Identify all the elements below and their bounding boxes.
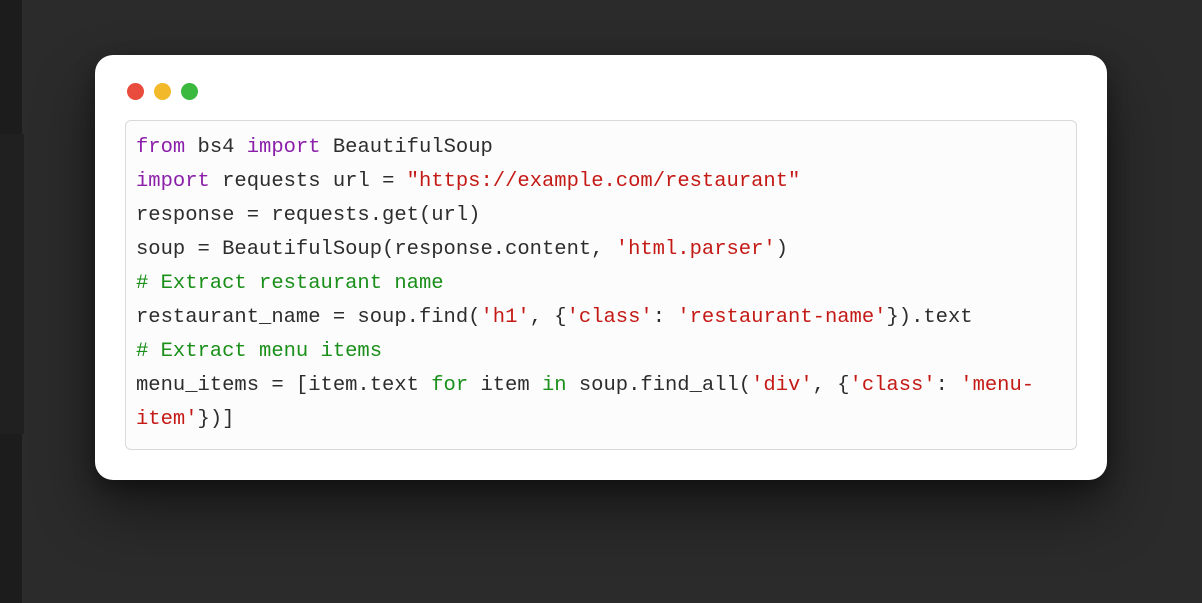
module-requests: requests: [222, 170, 320, 193]
string-class-key2: 'class': [850, 374, 936, 397]
string-h1: 'h1': [480, 306, 529, 329]
assign-url: url =: [333, 170, 407, 193]
window-minimize-icon[interactable]: [154, 83, 171, 100]
keyword-from: from: [136, 136, 185, 159]
string-url: "https://example.com/restaurant": [407, 170, 801, 193]
code-window: from bs4 import BeautifulSoup import req…: [95, 55, 1107, 480]
keyword-import: import: [136, 170, 210, 193]
window-close-icon[interactable]: [127, 83, 144, 100]
string-class-key1: 'class': [567, 306, 653, 329]
keyword-for: for: [431, 374, 468, 397]
code-block[interactable]: from bs4 import BeautifulSoup import req…: [136, 131, 1066, 437]
line-soup-post: ): [776, 238, 788, 261]
module-bs4: bs4: [198, 136, 235, 159]
string-div: 'div': [751, 374, 813, 397]
window-zoom-icon[interactable]: [181, 83, 198, 100]
line-soup-pre: soup = BeautifulSoup(response.content,: [136, 238, 616, 261]
keyword-import: import: [247, 136, 321, 159]
comment-restaurant-name: # Extract restaurant name: [136, 272, 444, 295]
app-background: from bs4 import BeautifulSoup import req…: [0, 0, 1202, 603]
line-menuitems-pre: menu_items = [item.text: [136, 374, 431, 397]
string-restaurant-name: 'restaurant-name': [677, 306, 886, 329]
comment-menu-items: # Extract menu items: [136, 340, 382, 363]
line-restaurant-pre: restaurant_name = soup.find(: [136, 306, 480, 329]
code-container: from bs4 import BeautifulSoup import req…: [125, 120, 1077, 450]
line-response: response = requests.get(url): [136, 204, 480, 227]
window-titlebar: [125, 81, 1077, 120]
keyword-in: in: [542, 374, 567, 397]
left-gutter-accent: [0, 134, 24, 434]
string-html-parser: 'html.parser': [616, 238, 776, 261]
class-beautifulsoup: BeautifulSoup: [333, 136, 493, 159]
line-restaurant-post: }).text: [886, 306, 972, 329]
line-menuitems-post: })]: [198, 408, 235, 431]
